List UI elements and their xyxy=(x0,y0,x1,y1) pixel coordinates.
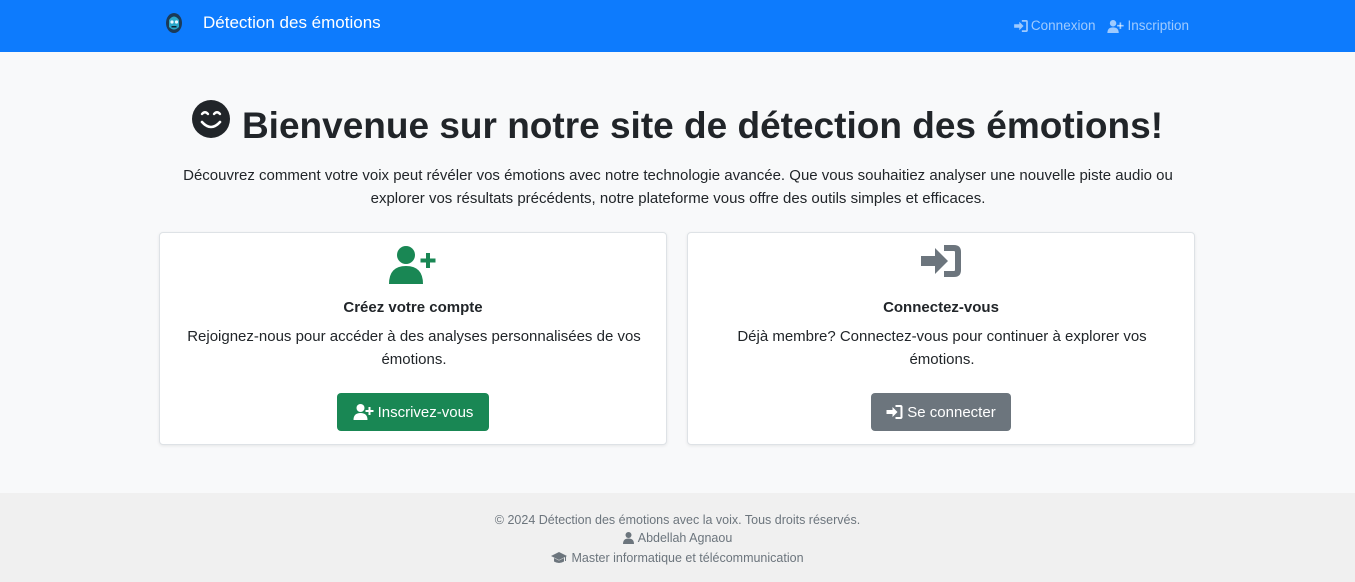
footer-copyright: © 2024 Détection des émotions avec la vo… xyxy=(0,511,1355,529)
register-button[interactable]: Inscrivez-vous xyxy=(337,393,489,431)
navbar: Détection des émotions Connexion Inscrip… xyxy=(0,0,1355,52)
intro-text: Découvrez comment votre voix peut révéle… xyxy=(183,167,1173,207)
footer-program-text: Master informatique et télécommunication xyxy=(571,551,804,565)
login-card: Connectez-vous Déjà membre? Connectez-vo… xyxy=(687,232,1195,445)
smiley-icon xyxy=(191,100,230,151)
graduation-cap-icon xyxy=(551,552,568,563)
user-icon xyxy=(622,532,634,544)
nav-link-inscription-label: Inscription xyxy=(1127,18,1189,33)
user-plus-icon xyxy=(353,404,374,420)
register-button-label: Inscrivez-vous xyxy=(377,403,474,421)
nav-link-inscription[interactable]: Inscription xyxy=(1107,17,1189,35)
footer-author: Abdellah Agnaou xyxy=(0,529,1355,547)
register-card: Créez votre compte Rejoignez-nous pour a… xyxy=(159,232,667,445)
footer-author-text: Abdellah Agnaou xyxy=(637,531,733,545)
login-card-title: Connectez-vous xyxy=(883,299,999,316)
brand-link[interactable]: Détection des émotions xyxy=(163,11,381,35)
user-plus-icon xyxy=(160,245,666,284)
page-title-text: Bienvenue sur notre site de détection de… xyxy=(241,104,1164,146)
nav-link-connexion[interactable]: Connexion xyxy=(1014,17,1096,35)
nav-link-connexion-label: Connexion xyxy=(1030,18,1096,33)
login-card-text: Déjà membre? Connectez-vous pour continu… xyxy=(737,328,1147,368)
user-plus-icon xyxy=(1107,19,1125,33)
footer-copyright-text: © 2024 Détection des émotions avec la vo… xyxy=(494,513,861,527)
sign-in-icon xyxy=(688,245,1194,277)
sign-in-icon xyxy=(886,405,903,419)
footer: © 2024 Détection des émotions avec la vo… xyxy=(0,493,1355,582)
login-button-label: Se connecter xyxy=(907,403,996,421)
footer-program: Master informatique et télécommunication xyxy=(0,549,1355,567)
page-title: Bienvenue sur notre site de détection de… xyxy=(0,100,1355,151)
register-card-title: Créez votre compte xyxy=(343,299,483,316)
login-button[interactable]: Se connecter xyxy=(871,393,1011,431)
sign-in-icon xyxy=(1014,20,1028,32)
nav-links: Connexion Inscription xyxy=(1014,17,1189,35)
brand-title: Détection des émotions xyxy=(203,13,381,32)
register-card-text: Rejoignez-nous pour accéder à des analys… xyxy=(187,328,641,368)
robot-head-logo-icon xyxy=(163,11,185,35)
